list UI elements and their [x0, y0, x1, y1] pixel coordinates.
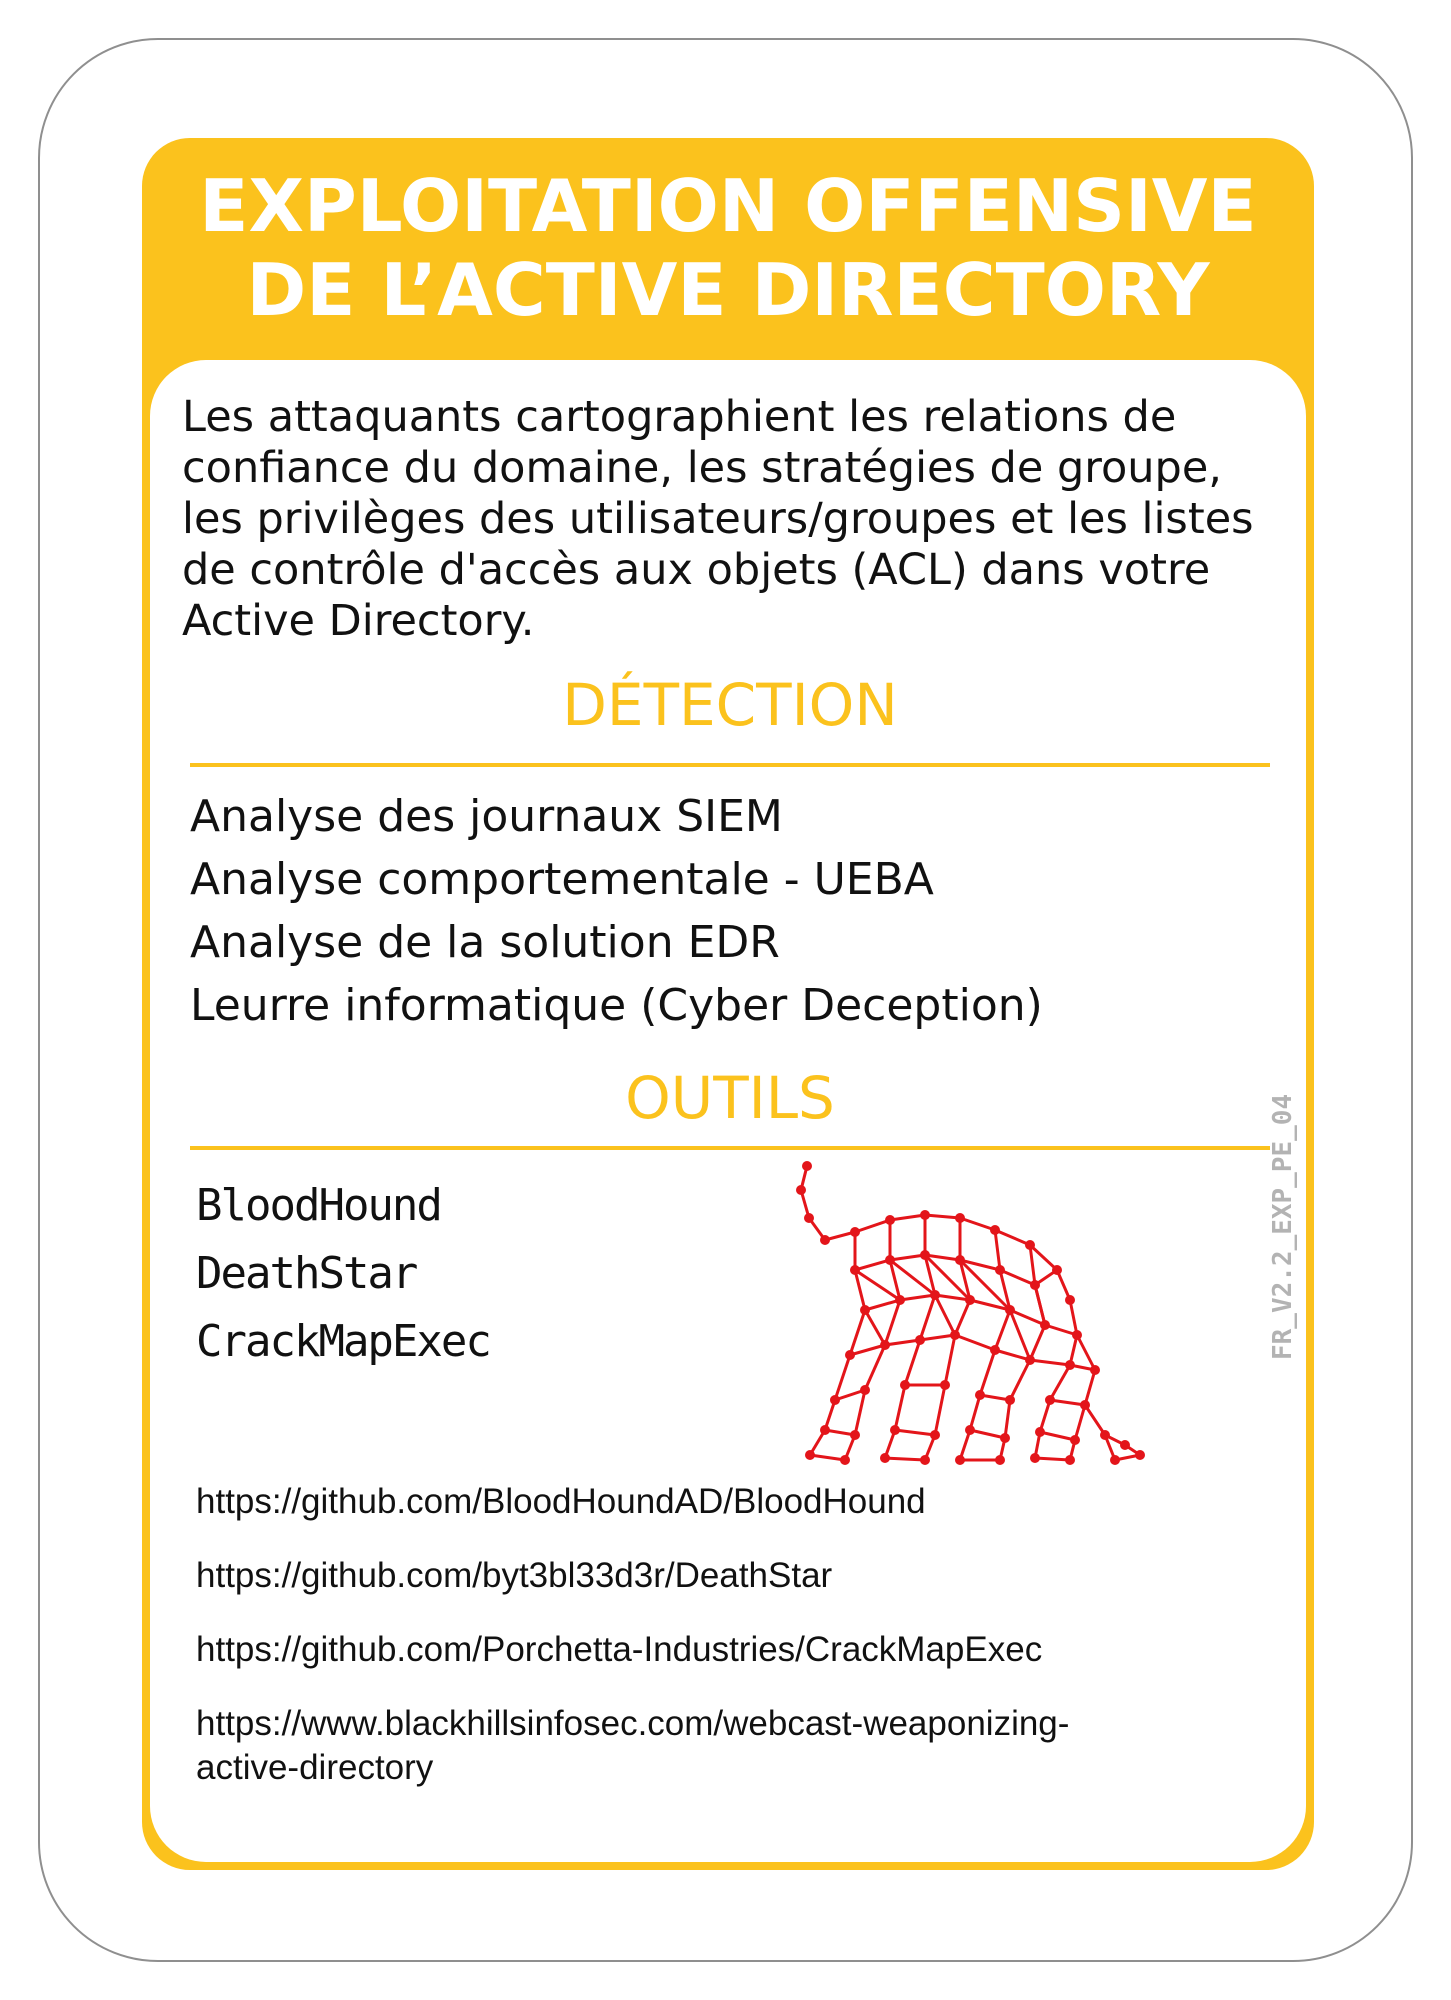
list-item: Leurre informatique (Cyber Deception) [190, 980, 1043, 1031]
list-item: Analyse de la solution EDR [190, 917, 780, 968]
tools-heading: OUTILS [625, 1064, 835, 1132]
link-deathstar[interactable]: https://github.com/byt3bl33d3r/DeathStar [196, 1554, 1176, 1598]
list-item: BloodHound [196, 1180, 443, 1231]
list-item: DeathStar [196, 1248, 418, 1299]
link-crackmapexec[interactable]: https://github.com/Porchetta-Industries/… [196, 1628, 1176, 1672]
intro-text: Les attaquants cartographient les relati… [182, 392, 1254, 646]
link-blackhills[interactable]: https://www.blackhillsinfosec.com/webcas… [196, 1702, 1096, 1790]
detection-list: Analyse des journaux SIEM Analyse compor… [190, 785, 1043, 1037]
link-bloodhound[interactable]: https://github.com/BloodHoundAD/BloodHou… [196, 1480, 1176, 1524]
list-item: Analyse comportementale - UEBA [190, 854, 934, 905]
version-code: FR_V2.2_EXP_PE_04 [1268, 1093, 1298, 1360]
card-title-line1: EXPLOITATION OFFENSIVE [199, 164, 1257, 248]
card-title: EXPLOITATION OFFENSIVE DE L’ACTIVE DIREC… [142, 164, 1314, 332]
network-dog-icon [796, 1161, 1145, 1465]
card-title-line2: DE L’ACTIVE DIRECTORY [246, 248, 1210, 332]
tools-list: BloodHound DeathStar CrackMapExec [196, 1172, 492, 1376]
detection-heading: DÉTECTION [562, 671, 898, 739]
tools-divider [190, 1146, 1270, 1150]
detection-divider [190, 763, 1270, 767]
links-list: https://github.com/BloodHoundAD/BloodHou… [196, 1480, 1176, 1790]
list-item: Analyse des journaux SIEM [190, 791, 783, 842]
list-item: CrackMapExec [196, 1316, 492, 1367]
